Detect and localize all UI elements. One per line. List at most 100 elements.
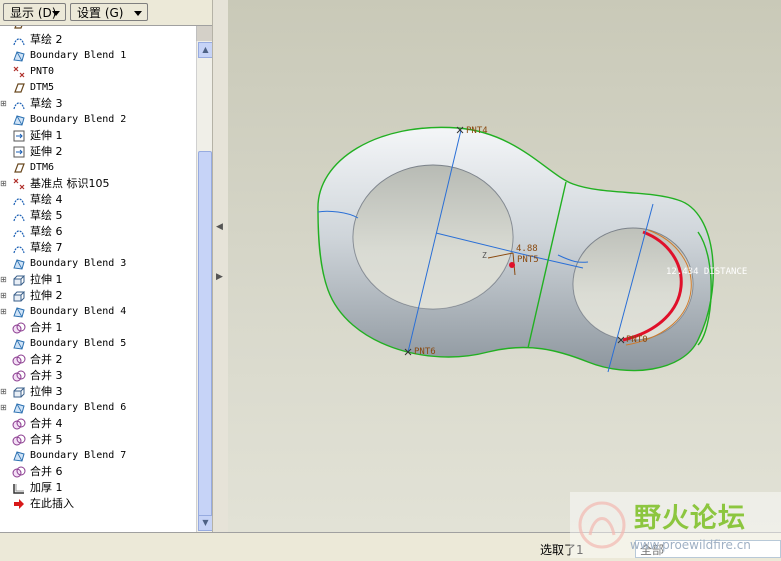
expand-toggle-icon[interactable]: ⊞ xyxy=(0,180,7,188)
tree-item-label: 拉伸 2 xyxy=(30,289,63,302)
tree-item-label: 合并 1 xyxy=(30,321,63,334)
tree-item-label: 延伸 1 xyxy=(30,129,63,142)
tree-item[interactable]: 延伸 1 xyxy=(0,128,196,144)
tree-item[interactable]: 合并 1 xyxy=(0,320,196,336)
tree-item[interactable]: Boundary Blend 2 xyxy=(0,112,196,128)
datum-point-icon xyxy=(12,65,26,79)
pnt5-label: PNT5 xyxy=(517,255,539,265)
tree-item[interactable]: 草绘 5 xyxy=(0,208,196,224)
datum-plane-icon xyxy=(12,161,26,175)
tree-item[interactable]: Boundary Blend 1 xyxy=(0,48,196,64)
collapse-left-icon[interactable]: ◀ xyxy=(216,222,223,232)
tree-item-label: Boundary Blend 6 xyxy=(30,402,127,413)
tree-item[interactable]: 合并 5 xyxy=(0,432,196,448)
boundary-blend-icon xyxy=(12,449,26,463)
tree-item[interactable]: ⊞ 草绘 3 xyxy=(0,96,196,112)
tree-item-label: Boundary Blend 5 xyxy=(30,338,127,349)
tree-item[interactable]: 草绘 7 xyxy=(0,240,196,256)
scroll-up-arrow-icon[interactable]: ▲ xyxy=(198,42,213,58)
model-render: PNT4 PNT6 PNT5 PNT0 4.88 Z 12.434 DISTAN… xyxy=(317,126,747,373)
scroll-down-arrow-icon[interactable]: ▼ xyxy=(198,515,213,531)
pnt0-label: PNT0 xyxy=(626,335,648,345)
merge-icon xyxy=(12,369,26,383)
tree-item-label: 加厚 1 xyxy=(30,481,63,494)
tree-item[interactable]: ⊞ 基准点 标识105 xyxy=(0,176,196,192)
tree-item[interactable]: 延伸 2 xyxy=(0,144,196,160)
sketch-icon xyxy=(12,225,26,239)
expand-toggle-icon[interactable]: ⊞ xyxy=(0,308,7,316)
tree-item[interactable]: 草绘 6 xyxy=(0,224,196,240)
datum-plane-icon xyxy=(12,81,26,95)
expand-toggle-icon[interactable]: ⊞ xyxy=(0,100,7,108)
boundary-blend-icon xyxy=(12,257,26,271)
show-dropdown-button[interactable]: 显示 (D) xyxy=(3,3,66,21)
tree-item-label: Boundary Blend 3 xyxy=(30,258,127,269)
tree-item[interactable]: 合并 4 xyxy=(0,416,196,432)
watermark-title: 野火论坛 xyxy=(634,503,746,534)
dimension-value-label: 4.88 xyxy=(516,244,538,254)
boundary-blend-icon xyxy=(12,401,26,415)
sketch-icon xyxy=(12,97,26,111)
tree-item[interactable]: DTM6 xyxy=(0,160,196,176)
merge-icon xyxy=(12,417,26,431)
tree-item-label: 合并 3 xyxy=(30,369,63,382)
distance-label: 12.434 DISTANCE xyxy=(666,267,747,277)
tree-item-label: 合并 2 xyxy=(30,353,63,366)
merge-icon xyxy=(12,353,26,367)
sketch-icon xyxy=(12,33,26,47)
tree-item[interactable]: 草绘 4 xyxy=(0,192,196,208)
tree-item[interactable]: Boundary Blend 5 xyxy=(0,336,196,352)
tree-item-label: 拉伸 1 xyxy=(30,273,63,286)
boundary-blend-icon xyxy=(12,337,26,351)
datum-point-icon xyxy=(12,177,26,191)
scrollbar-thumb[interactable] xyxy=(198,151,212,523)
tree-item[interactable]: ⊞ Boundary Blend 6 xyxy=(0,400,196,416)
sketch-icon xyxy=(12,241,26,255)
extrude-icon xyxy=(12,385,26,399)
boundary-blend-icon xyxy=(12,113,26,127)
tree-item[interactable]: DTM5 xyxy=(0,80,196,96)
extend-icon xyxy=(12,129,26,143)
boundary-blend-icon xyxy=(12,305,26,319)
panel-splitter[interactable]: ◀ ▶ xyxy=(212,0,229,532)
tree-item[interactable]: 加厚 1 xyxy=(0,480,196,496)
expand-toggle-icon[interactable]: ⊞ xyxy=(0,292,7,300)
tree-item-label: 拉伸 3 xyxy=(30,385,63,398)
show-dropdown-label: 显示 (D) xyxy=(10,6,57,20)
model-tree[interactable]: DTM4草绘 2Boundary Blend 1PNT0DTM5⊞草绘 3Bou… xyxy=(0,26,197,532)
axis-z-label: Z xyxy=(482,251,487,260)
tree-item[interactable]: ⊞ 拉伸 1 xyxy=(0,272,196,288)
model-tree-scrollbar[interactable]: ▲ ▼ xyxy=(196,41,213,532)
tree-item[interactable]: ⊞ 拉伸 3 xyxy=(0,384,196,400)
graphics-viewport[interactable]: PNT4 PNT6 PNT5 PNT0 4.88 Z 12.434 DISTAN… xyxy=(228,0,781,532)
extend-icon xyxy=(12,145,26,159)
tree-item-label: DTM5 xyxy=(30,82,55,93)
chevron-down-icon xyxy=(52,11,60,16)
settings-dropdown-label: 设置 (G) xyxy=(77,6,124,20)
sketch-icon xyxy=(12,209,26,223)
tree-item[interactable]: 合并 6 xyxy=(0,464,196,480)
chevron-down-icon xyxy=(134,11,142,16)
settings-dropdown-button[interactable]: 设置 (G) xyxy=(70,3,148,21)
watermark-logo-icon xyxy=(578,501,626,549)
tree-item[interactable]: 草绘 2 xyxy=(0,32,196,48)
tree-item[interactable]: Boundary Blend 7 xyxy=(0,448,196,464)
tree-item-label: 草绘 7 xyxy=(30,241,63,254)
pnt6-label: PNT6 xyxy=(414,347,436,357)
tree-item[interactable]: ⊞ Boundary Blend 4 xyxy=(0,304,196,320)
tree-item[interactable]: ⊞ 拉伸 2 xyxy=(0,288,196,304)
tree-item[interactable]: 在此插入 xyxy=(0,496,196,512)
tree-item[interactable]: 合并 2 xyxy=(0,352,196,368)
tree-item[interactable]: PNT0 xyxy=(0,64,196,80)
tree-item-label: 草绘 6 xyxy=(30,225,63,238)
tree-item-label: DTM6 xyxy=(30,162,55,173)
insert-here-arrow-icon xyxy=(12,497,26,511)
expand-toggle-icon[interactable]: ⊞ xyxy=(0,388,7,396)
expand-right-icon[interactable]: ▶ xyxy=(216,272,223,282)
tree-item-label: Boundary Blend 1 xyxy=(30,50,127,61)
tree-item[interactable]: Boundary Blend 3 xyxy=(0,256,196,272)
tree-item[interactable]: 合并 3 xyxy=(0,368,196,384)
expand-toggle-icon[interactable]: ⊞ xyxy=(0,404,7,412)
tree-item-label: 合并 4 xyxy=(30,417,63,430)
expand-toggle-icon[interactable]: ⊞ xyxy=(0,276,7,284)
